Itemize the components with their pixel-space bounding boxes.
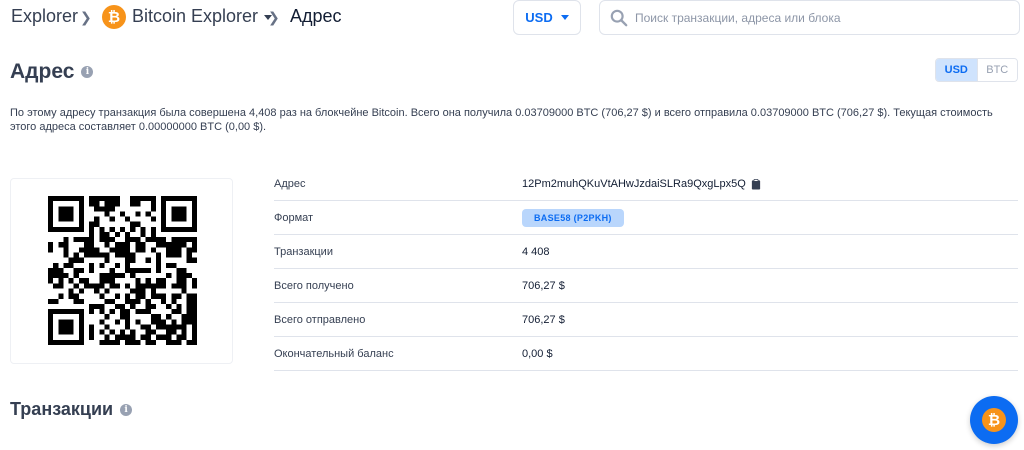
currency-toggle: USD BTC [935, 58, 1018, 82]
breadcrumb-chain-dropdown[interactable]: Bitcoin Explorer [132, 6, 273, 27]
chevron-right-icon: ❯ [80, 9, 92, 25]
currency-select-value: USD [525, 10, 553, 25]
transactions-title: Транзакции i [10, 399, 133, 420]
address-details-table: Адрес 12Pm2muhQKuVtAHwJzdaiSLRa9QxgLpx5Q… [274, 167, 1018, 371]
detail-row-final-balance: Окончательный баланс 0,00 $ [274, 337, 1018, 371]
floating-action-button[interactable]: ₿ [970, 396, 1018, 444]
detail-value: 706,27 $ [522, 314, 565, 326]
detail-value-address: 12Pm2muhQKuVtAHwJzdaiSLRa9QxgLpx5Q [522, 178, 761, 190]
detail-value: 0,00 $ [522, 348, 553, 360]
search-input[interactable] [635, 10, 1015, 25]
bitcoin-logo-icon: ₿ [982, 408, 1006, 432]
breadcrumb-explorer[interactable]: Explorer [11, 6, 78, 27]
page-title: Адрес i [10, 60, 94, 84]
transactions-title-text: Транзакции [10, 399, 114, 419]
breadcrumb-current: Адрес [290, 6, 342, 26]
detail-row-total-sent: Всего отправлено 706,27 $ [274, 303, 1018, 337]
detail-value: 4 408 [522, 246, 550, 258]
toggle-btc-button[interactable]: BTC [976, 59, 1017, 81]
info-icon[interactable]: i [81, 66, 94, 78]
search-box[interactable] [599, 0, 1020, 35]
detail-row-total-received: Всего получено 706,27 $ [274, 269, 1018, 303]
clipboard-icon[interactable] [751, 178, 761, 190]
address-text[interactable]: 12Pm2muhQKuVtAHwJzdaiSLRa9QxgLpx5Q [522, 178, 746, 190]
address-summary: По этому адресу транзакция была совершен… [10, 107, 993, 133]
detail-value: 706,27 $ [522, 280, 565, 292]
detail-label: Окончательный баланс [274, 348, 394, 360]
info-icon[interactable]: i [120, 403, 133, 416]
bitcoin-logo-icon[interactable]: ₿ [102, 5, 126, 29]
detail-label: Всего отправлено [274, 314, 366, 326]
detail-label: Адрес [274, 178, 306, 190]
detail-row-transactions: Транзакции 4 408 [274, 235, 1018, 269]
detail-label: Формат [274, 212, 314, 224]
search-icon [610, 9, 628, 26]
format-badge: BASE58 (P2PKH) [522, 209, 624, 227]
currency-select[interactable]: USD [513, 0, 581, 35]
caret-down-icon [560, 15, 569, 20]
breadcrumb-chain-label: Bitcoin Explorer [132, 6, 259, 26]
toggle-usd-button[interactable]: USD [936, 59, 977, 81]
top-bar: Explorer ❯ ₿ Bitcoin Explorer ❯ Адрес US… [0, 0, 1024, 36]
detail-row-format: Формат BASE58 (P2PKH) [274, 201, 1018, 235]
detail-label: Всего получено [274, 280, 354, 292]
chevron-right-icon: ❯ [268, 9, 280, 25]
qr-code-image [48, 196, 197, 345]
page-title-text: Адрес [10, 60, 75, 83]
detail-row-address: Адрес 12Pm2muhQKuVtAHwJzdaiSLRa9QxgLpx5Q [274, 167, 1018, 201]
qr-code-card [10, 178, 233, 364]
detail-label: Транзакции [274, 246, 333, 258]
